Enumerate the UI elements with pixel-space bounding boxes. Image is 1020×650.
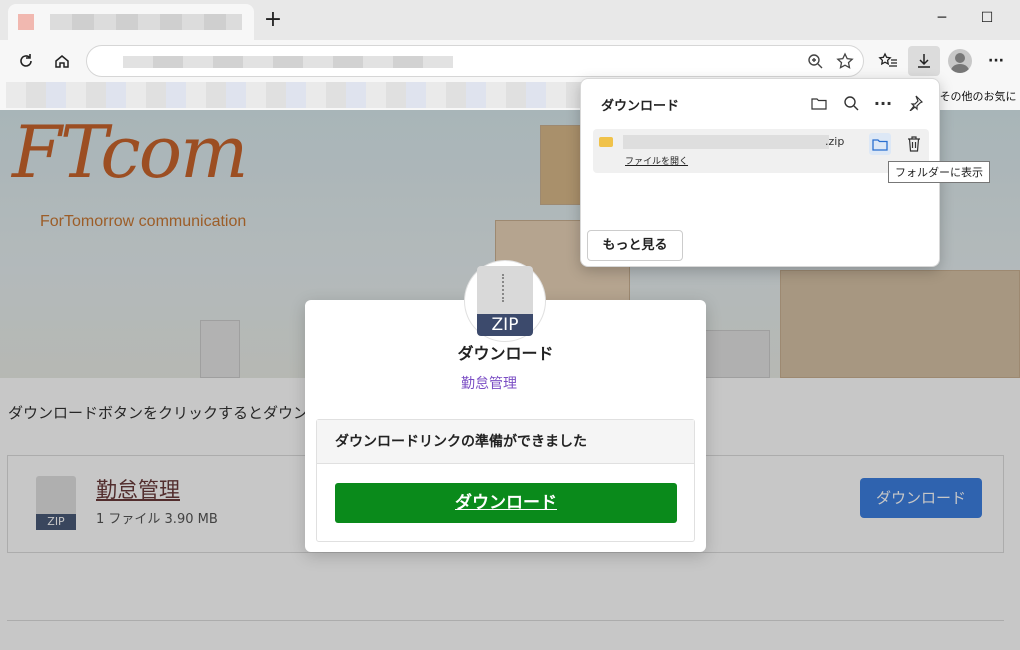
download-ready-header: ダウンロードリンクの準備ができました <box>317 420 694 464</box>
downloads-icon[interactable] <box>908 46 940 76</box>
more-menu-icon[interactable]: ··· <box>984 49 1008 73</box>
profile-avatar[interactable] <box>948 49 972 73</box>
home-icon[interactable] <box>50 49 74 73</box>
modal-title: ダウンロード <box>457 344 554 363</box>
downloads-panel-title: ダウンロード <box>601 99 680 114</box>
modal-zip-icon: ZIP <box>465 261 545 341</box>
favorites-redacted <box>6 82 581 108</box>
see-more-button[interactable]: もっと見る <box>587 230 683 261</box>
show-in-folder-tooltip: フォルダーに表示 <box>888 161 990 183</box>
download-ready-box: ダウンロードリンクの準備ができました ダウンロード <box>316 419 695 542</box>
browser-tab[interactable] <box>8 4 254 42</box>
maximize-button[interactable]: ☐ <box>975 10 999 32</box>
other-favorites[interactable]: ▯ その他のお気に <box>930 88 1017 104</box>
title-bar: + ─ ☐ <box>0 0 1020 42</box>
open-downloads-folder-icon[interactable] <box>809 93 829 113</box>
tab-favicon <box>18 14 34 30</box>
search-icon[interactable] <box>841 93 861 113</box>
new-tab-button[interactable]: + <box>262 9 284 32</box>
address-bar[interactable] <box>86 45 864 77</box>
more-options-icon[interactable]: ··· <box>873 93 893 113</box>
download-filename-redacted <box>623 135 829 149</box>
download-item[interactable]: .zip ファイルを開く <box>593 129 929 173</box>
refresh-icon[interactable] <box>14 49 38 73</box>
show-in-folder-icon[interactable] <box>869 133 891 155</box>
modal-download-button[interactable]: ダウンロード <box>335 483 677 523</box>
minimize-button[interactable]: ─ <box>930 10 954 32</box>
pin-icon[interactable] <box>905 93 925 113</box>
delete-icon[interactable] <box>903 133 925 155</box>
favorites-list-icon[interactable] <box>876 49 900 73</box>
download-file-ext: .zip <box>825 135 845 148</box>
zoom-icon[interactable] <box>803 49 827 73</box>
zip-folder-icon <box>599 137 613 147</box>
modal-subtitle: 勤怠管理 <box>461 376 517 392</box>
favorite-star-icon[interactable] <box>833 49 857 73</box>
url-redacted <box>123 56 453 68</box>
open-file-link[interactable]: ファイルを開く <box>625 154 688 167</box>
tab-title-redacted <box>50 14 242 30</box>
downloads-panel: ダウンロード ··· .zip ファイルを開く もっと見る <box>580 78 940 267</box>
browser-toolbar: ··· <box>0 40 1020 82</box>
